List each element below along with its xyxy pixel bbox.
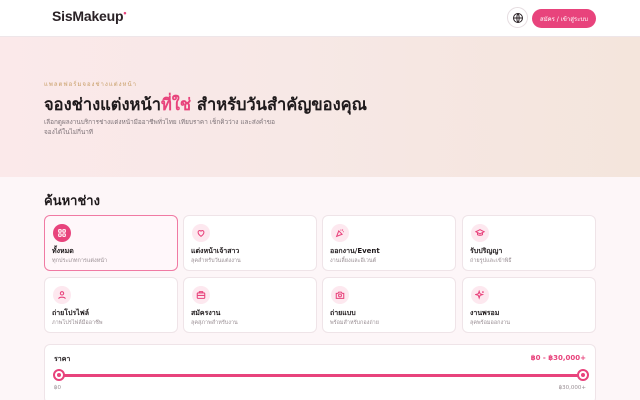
language-button[interactable] — [507, 7, 528, 28]
hero-eyebrow: แพลตฟอร์มจองช่างแต่งหน้า — [44, 81, 137, 88]
category-desc: งานเลี้ยงและอีเวนต์ — [330, 258, 377, 264]
category-name: ถ่ายแบบ — [330, 309, 356, 317]
signin-button[interactable]: สมัคร / เข้าสู่ระบบ — [532, 9, 596, 28]
price-slider-min-handle[interactable] — [53, 369, 65, 381]
hero-subtitle: เลือกดูผลงานบริการช่างแต่งหน้ามืออาชีพทั… — [44, 118, 275, 136]
top-header: SisMakeup• สมัคร / เข้าสู่ระบบ — [0, 0, 640, 37]
price-slider-track[interactable] — [59, 374, 583, 377]
heart-icon — [192, 224, 210, 242]
hero-title: จองช่างแต่งหน้าที่ใช่ สำหรับวันสำคัญของค… — [44, 92, 367, 118]
hero-title-accent: ที่ใช่ — [160, 95, 192, 114]
category-desc: ลุคสำหรับวันแต่งงาน — [191, 258, 241, 264]
hero-title-part: สำหรับวันสำคัญของคุณ — [191, 95, 367, 114]
sparkles-icon — [471, 286, 489, 304]
graduation-cap-icon — [471, 224, 489, 242]
hero-banner: แพลตฟอร์มจองช่างแต่งหน้า จองช่างแต่งหน้า… — [0, 37, 640, 177]
search-section-title: ค้นหาช่าง — [44, 194, 100, 209]
price-slider-max-handle[interactable] — [577, 369, 589, 381]
price-label: ราคา — [54, 355, 71, 363]
globe-icon — [512, 12, 523, 23]
category-name: สมัครงาน — [191, 309, 221, 317]
category-card-event[interactable]: ออกงาน/Event งานเลี้ยงและอีเวนต์ — [322, 215, 456, 271]
category-desc: ถ่ายรูปและเข้าพิธี — [470, 258, 512, 264]
person-icon — [53, 286, 71, 304]
logo-mark: • — [123, 8, 127, 18]
price-max-label: ฿30,000+ — [558, 385, 586, 391]
price-min-label: ฿0 — [54, 385, 61, 391]
category-name: ออกงาน/Event — [330, 247, 380, 255]
price-filter: ราคา ฿0 - ฿30,000+ ฿0 ฿30,000+ — [44, 344, 596, 400]
category-desc: ลุคพร้อมออกงาน — [470, 320, 511, 326]
category-name: รับปริญญา — [470, 247, 503, 255]
category-card-profile[interactable]: ถ่ายโปรไฟล์ ภาพโปรไฟล์มืออาชีพ — [44, 277, 178, 333]
category-card-job[interactable]: สมัครงาน ลุคสุภาพสำหรับงาน — [183, 277, 317, 333]
category-card-prom[interactable]: งานพรอม ลุคพร้อมออกงาน — [462, 277, 596, 333]
price-range-value: ฿0 - ฿30,000+ — [530, 354, 586, 362]
category-name: แต่งหน้าเจ้าสาว — [191, 247, 240, 255]
logo[interactable]: SisMakeup• — [52, 8, 126, 24]
camera-icon — [331, 286, 349, 304]
category-desc: ทุกประเภทการแต่งหน้า — [52, 258, 108, 264]
category-name: ถ่ายโปรไฟล์ — [52, 309, 89, 317]
category-card-graduation[interactable]: รับปริญญา ถ่ายรูปและเข้าพิธี — [462, 215, 596, 271]
grid-icon — [53, 224, 71, 242]
category-desc: ลุคสุภาพสำหรับงาน — [191, 320, 238, 326]
category-desc: ภาพโปรไฟล์มืออาชีพ — [52, 320, 103, 326]
briefcase-icon — [192, 286, 210, 304]
category-name: งานพรอม — [470, 309, 500, 317]
category-card-photoshoot[interactable]: ถ่ายแบบ พร้อมสำหรับกองถ่าย — [322, 277, 456, 333]
logo-text: SisMakeup — [52, 8, 124, 24]
hero-title-part: จองช่างแต่งหน้า — [44, 95, 161, 114]
category-card-all[interactable]: ทั้งหมด ทุกประเภทการแต่งหน้า — [44, 215, 178, 271]
category-desc: พร้อมสำหรับกองถ่าย — [330, 320, 379, 326]
category-name: ทั้งหมด — [52, 247, 74, 255]
category-card-bridal[interactable]: แต่งหน้าเจ้าสาว ลุคสำหรับวันแต่งงาน — [183, 215, 317, 271]
party-icon — [331, 224, 349, 242]
